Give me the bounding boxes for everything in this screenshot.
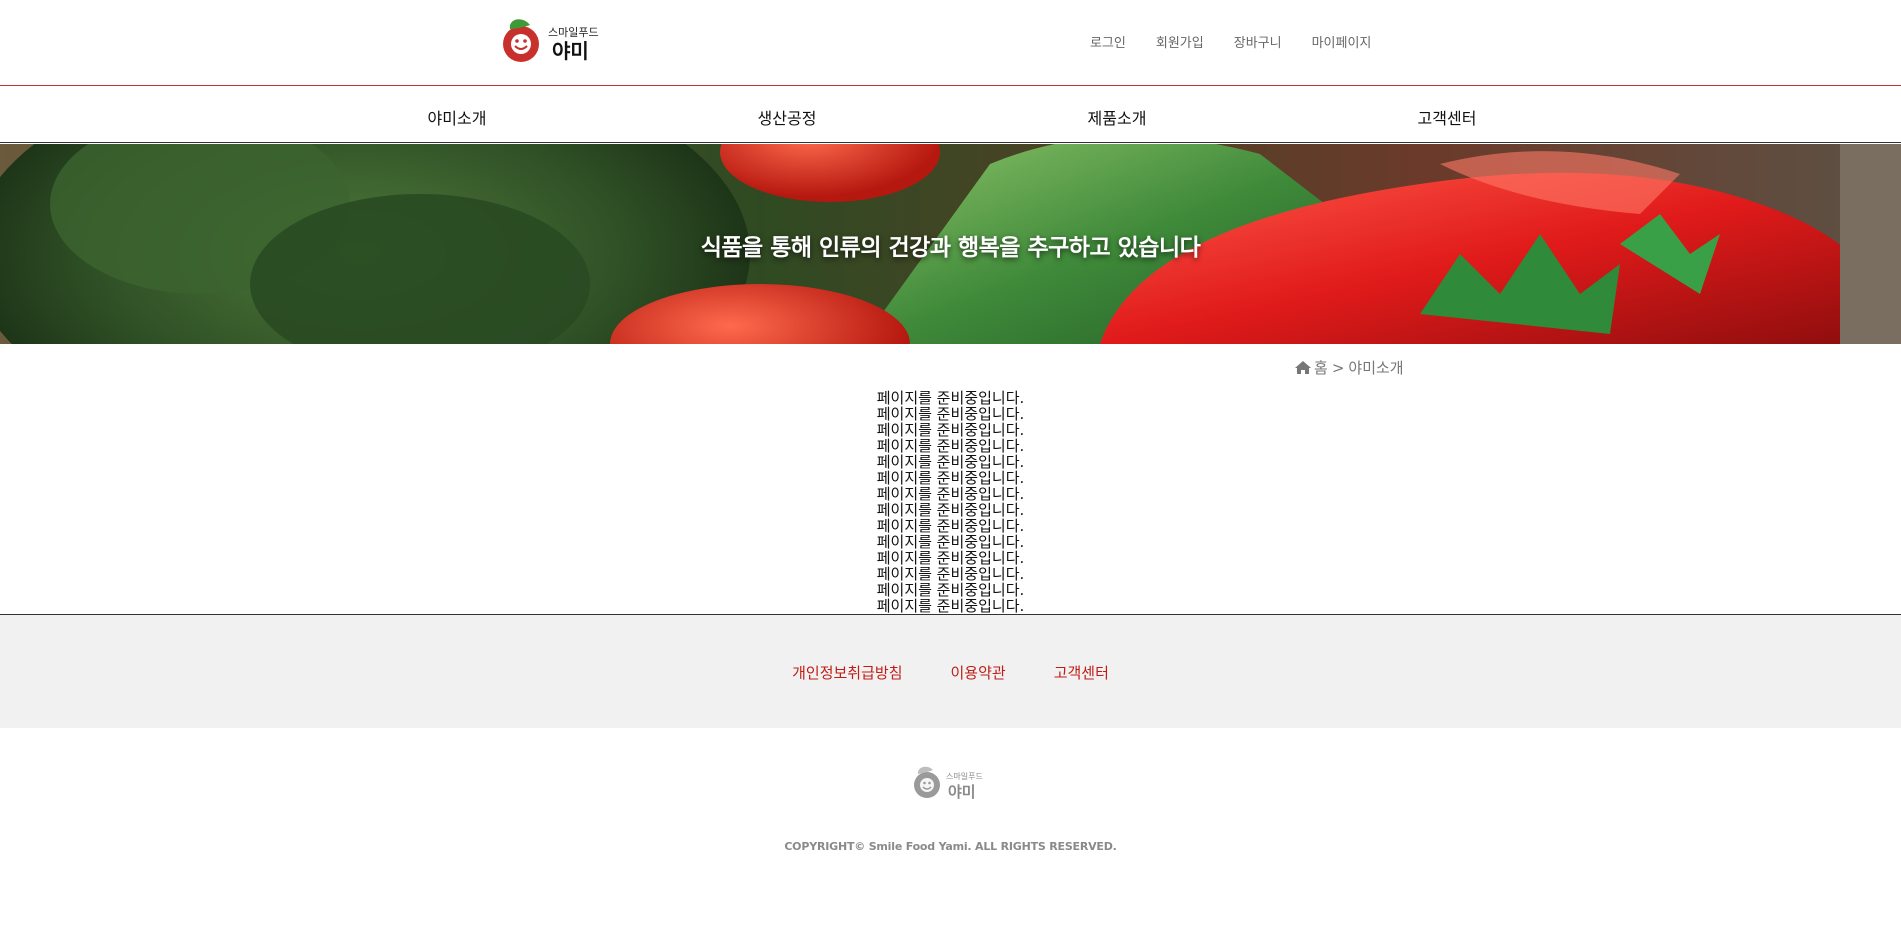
main-content: 페이지를 준비중입니다. 페이지를 준비중입니다. 페이지를 준비중입니다. 페…	[0, 390, 1901, 614]
preparing-message: 페이지를 준비중입니다.	[876, 405, 1025, 423]
cart-link[interactable]: 장바구니	[1234, 32, 1282, 51]
nav-item-about[interactable]: 야미소개	[387, 105, 527, 129]
preparing-message: 페이지를 준비중입니다.	[876, 389, 1025, 407]
footer-logo: 스마일푸드 야미	[914, 766, 983, 801]
utility-menu: 로그인 회원가입 장바구니 마이페이지	[1090, 32, 1371, 51]
preparing-message: 페이지를 준비중입니다.	[876, 453, 1025, 471]
signup-link[interactable]: 회원가입	[1156, 32, 1204, 51]
footer-support-link[interactable]: 고객센터	[1054, 662, 1109, 683]
breadcrumb-current: 야미소개	[1348, 359, 1404, 377]
svg-text:스마일푸드: 스마일푸드	[946, 772, 983, 781]
breadcrumb-separator: >	[1331, 358, 1345, 377]
preparing-message: 페이지를 준비중입니다.	[876, 597, 1025, 615]
preparing-message: 페이지를 준비중입니다.	[876, 421, 1025, 439]
svg-text:스마일푸드: 스마일푸드	[548, 25, 599, 39]
login-link[interactable]: 로그인	[1090, 32, 1126, 51]
preparing-message: 페이지를 준비중입니다.	[876, 533, 1025, 551]
preparing-message: 페이지를 준비중입니다.	[876, 581, 1025, 599]
preparing-message: 페이지를 준비중입니다.	[876, 485, 1025, 503]
copyright-text: COPYRIGHT© Smile Food Yami. ALL RIGHTS R…	[784, 840, 1117, 853]
nav-item-support[interactable]: 고객센터	[1377, 105, 1517, 129]
footer-privacy-link[interactable]: 개인정보취급방침	[792, 662, 902, 683]
preparing-message: 페이지를 준비중입니다.	[876, 437, 1025, 455]
breadcrumb: 홈 > 야미소개	[1294, 357, 1404, 378]
hero-banner: 식품을 통해 인류의 건강과 행복을 추구하고 있습니다	[0, 144, 1901, 344]
svg-text:야미: 야미	[552, 39, 589, 63]
svg-text:야미: 야미	[948, 783, 976, 801]
site-logo[interactable]: 스마일푸드 야미	[502, 17, 608, 65]
mypage-link[interactable]: 마이페이지	[1312, 32, 1372, 51]
main-nav: 야미소개 생산공정 제품소개 고객센터	[0, 87, 1901, 143]
nav-item-process[interactable]: 생산공정	[717, 105, 857, 129]
hero-title: 식품을 통해 인류의 건강과 행복을 추구하고 있습니다	[700, 235, 1201, 261]
site-header: 스마일푸드 야미 로그인 회원가입 장바구니 마이페이지	[0, 0, 1901, 86]
preparing-message: 페이지를 준비중입니다.	[876, 565, 1025, 583]
breadcrumb-home-link[interactable]: 홈	[1314, 357, 1328, 378]
home-icon[interactable]	[1294, 360, 1312, 375]
nav-item-products[interactable]: 제품소개	[1047, 105, 1187, 129]
footer-terms-link[interactable]: 이용약관	[951, 662, 1006, 683]
footer-links-bar: 개인정보취급방침 이용약관 고객센터	[0, 614, 1901, 728]
preparing-message: 페이지를 준비중입니다.	[876, 517, 1025, 535]
preparing-message: 페이지를 준비중입니다.	[876, 501, 1025, 519]
preparing-message: 페이지를 준비중입니다.	[876, 549, 1025, 567]
preparing-message: 페이지를 준비중입니다.	[876, 469, 1025, 487]
